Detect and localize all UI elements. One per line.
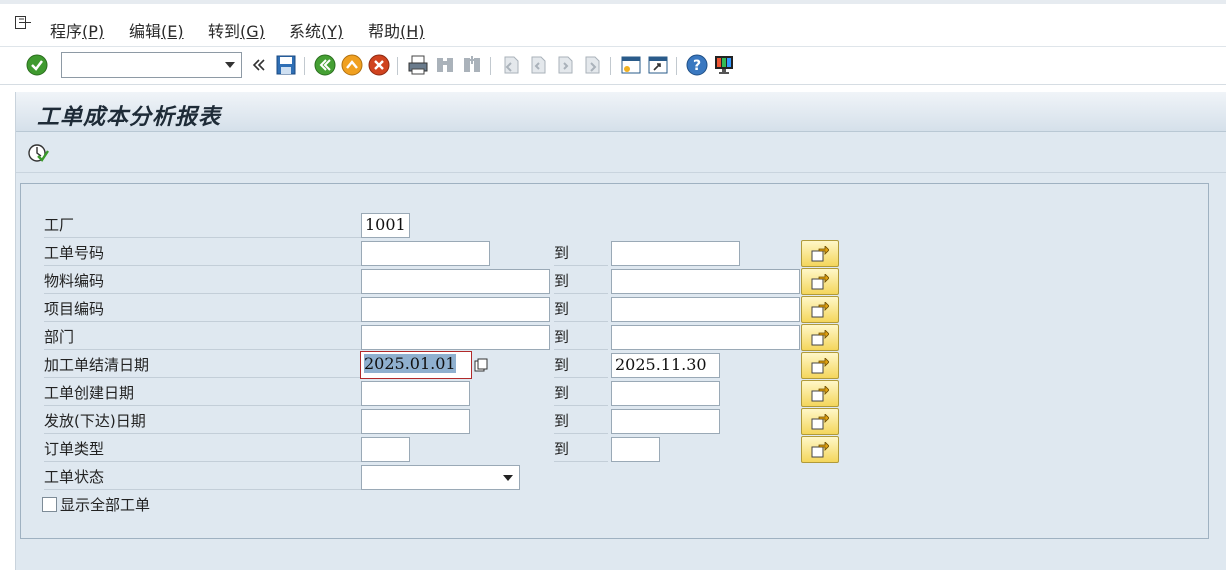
to-label: 到 [554, 382, 608, 406]
previous-page-icon [526, 53, 550, 77]
field-label-plant: 工厂 [44, 214, 364, 238]
last-page-icon [580, 53, 604, 77]
field-label-creation-date: 工单创建日期 [44, 382, 364, 406]
field-label-order-number: 工单号码 [44, 242, 364, 266]
settlement-date-low-input[interactable]: 2025.01.01 [360, 351, 472, 379]
toolbar-separator [397, 57, 398, 75]
multiple-selection-icon [811, 301, 829, 317]
field-label-order-type: 订单类型 [44, 438, 364, 462]
settlement-date-high-input[interactable]: 2025.11.30 [611, 353, 720, 378]
multiple-selection-icon [811, 385, 829, 401]
command-field[interactable] [61, 52, 242, 78]
release-date-high-input[interactable] [611, 409, 720, 434]
to-label: 到 [554, 270, 608, 294]
command-field-dropdown-icon[interactable] [225, 62, 235, 68]
enter-icon[interactable] [25, 53, 49, 77]
cancel-icon[interactable] [367, 53, 391, 77]
help-icon[interactable]: ? [685, 53, 709, 77]
to-label: 到 [554, 298, 608, 322]
project-high-input[interactable] [611, 297, 800, 322]
to-label: 到 [554, 326, 608, 350]
material-high-input[interactable] [611, 269, 800, 294]
standard-toolbar: ? [0, 47, 1226, 85]
to-label: 到 [554, 410, 608, 434]
field-label-settlement-date: 加工单结清日期 [44, 354, 364, 378]
toolbar-separator [610, 57, 611, 75]
order-type-high-input[interactable] [611, 437, 660, 462]
print-icon[interactable] [406, 53, 430, 77]
multiple-selection-icon [811, 329, 829, 345]
field-label-order-status: 工单状态 [44, 466, 364, 490]
multiple-selection-icon [811, 441, 829, 457]
exit-icon[interactable] [340, 53, 364, 77]
value-help-button[interactable] [472, 354, 490, 376]
title-bar: 工单成本分析报表 [16, 92, 1226, 132]
save-icon[interactable] [274, 53, 298, 77]
multiple-selection-button[interactable] [801, 408, 839, 435]
shortcut-icon[interactable] [646, 53, 670, 77]
order-number-low-input[interactable] [361, 241, 490, 266]
calendar-help-icon [474, 358, 488, 372]
project-low-input[interactable] [361, 297, 550, 322]
next-page-icon [553, 53, 577, 77]
show-all-label: 显示全部工单 [60, 496, 151, 514]
show-all-checkbox[interactable] [42, 497, 57, 512]
settlement-date-low-value: 2025.01.01 [364, 354, 456, 373]
multiple-selection-button[interactable] [801, 380, 839, 407]
creation-date-low-input[interactable] [361, 381, 470, 406]
field-label-department: 部门 [44, 326, 364, 350]
create-session-icon[interactable] [619, 53, 643, 77]
multiple-selection-button[interactable] [801, 268, 839, 295]
selection-panel: 工厂 1001 工单号码 到 物料编码 到 项目编码 到 部门 到 加工单结清日… [20, 183, 1209, 539]
department-high-input[interactable] [611, 325, 800, 350]
customize-layout-icon[interactable] [712, 53, 736, 77]
menu-system[interactable]: 系统(Y) [289, 18, 343, 42]
menu-goto[interactable]: 转到(G) [208, 18, 265, 42]
to-label: 到 [554, 354, 608, 378]
first-page-icon [499, 53, 523, 77]
chevron-down-icon[interactable] [503, 475, 513, 481]
system-menu-icon[interactable] [15, 16, 32, 29]
multiple-selection-button[interactable] [801, 240, 839, 267]
multiple-selection-icon [811, 245, 829, 261]
order-status-select[interactable] [361, 465, 520, 490]
application-toolbar [16, 133, 1226, 173]
find-next-icon [460, 53, 484, 77]
multiple-selection-button[interactable] [801, 436, 839, 463]
release-date-low-input[interactable] [361, 409, 470, 434]
menu-help[interactable]: 帮助(H) [368, 18, 425, 42]
multiple-selection-button[interactable] [801, 324, 839, 351]
material-low-input[interactable] [361, 269, 550, 294]
menu-bar: 程序(P) 编辑(E) 转到(G) 系统(Y) 帮助(H) [0, 0, 1226, 47]
multiple-selection-icon [811, 413, 829, 429]
page-title: 工单成本分析报表 [37, 104, 222, 130]
menu-program[interactable]: 程序(P) [50, 18, 104, 42]
multiple-selection-icon [811, 273, 829, 289]
execute-icon[interactable] [27, 142, 49, 164]
menu-edit[interactable]: 编辑(E) [129, 18, 184, 42]
multiple-selection-button[interactable] [801, 296, 839, 323]
collapse-command-icon[interactable] [247, 53, 271, 77]
order-type-low-input[interactable] [361, 437, 410, 462]
back-icon[interactable] [313, 53, 337, 77]
main-area: 工单成本分析报表 工厂 1001 工单号码 到 物料编码 到 项目编码 到 部门… [15, 92, 1226, 570]
toolbar-separator [676, 57, 677, 75]
plant-input[interactable]: 1001 [361, 213, 410, 238]
department-low-input[interactable] [361, 325, 550, 350]
creation-date-high-input[interactable] [611, 381, 720, 406]
multiple-selection-icon [811, 357, 829, 373]
order-number-high-input[interactable] [611, 241, 740, 266]
find-icon [433, 53, 457, 77]
toolbar-separator [490, 57, 491, 75]
to-label: 到 [554, 438, 608, 462]
multiple-selection-button[interactable] [801, 352, 839, 379]
field-label-release-date: 发放(下达)日期 [44, 410, 364, 434]
toolbar-separator [304, 57, 305, 75]
to-label: 到 [554, 242, 608, 266]
svg-text:?: ? [693, 58, 701, 74]
field-label-material: 物料编码 [44, 270, 364, 294]
field-label-project: 项目编码 [44, 298, 364, 322]
